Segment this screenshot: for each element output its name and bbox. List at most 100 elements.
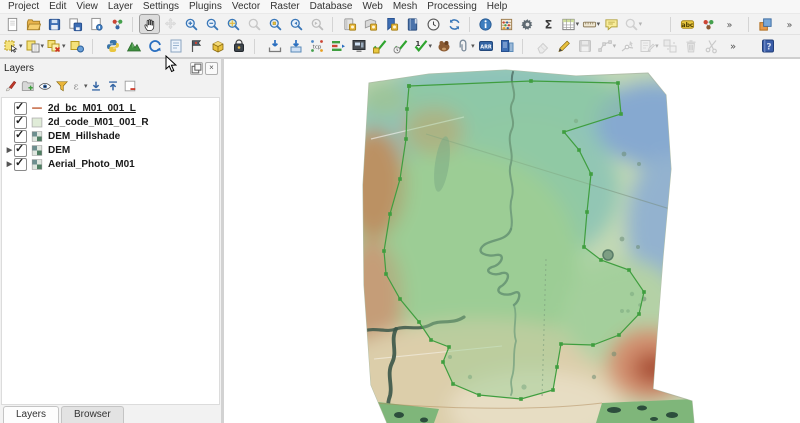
- add-feature-button[interactable]: ▾: [596, 35, 618, 57]
- toggle-editing-button[interactable]: [554, 35, 575, 57]
- notes-plugin-button[interactable]: [166, 35, 187, 57]
- temporal-controller-button[interactable]: [423, 14, 444, 34]
- multi-edit-button[interactable]: [660, 35, 681, 57]
- map-canvas[interactable]: [224, 59, 800, 423]
- dropdown-arrow-icon[interactable]: ▾: [62, 43, 66, 50]
- attachments-button[interactable]: ▾: [454, 35, 476, 57]
- menu-view[interactable]: View: [71, 0, 103, 13]
- menu-mesh[interactable]: Mesh: [388, 0, 422, 13]
- menu-help[interactable]: Help: [482, 0, 513, 13]
- toolbar-overflow-3-button[interactable]: »: [723, 35, 744, 57]
- remove-layer-button[interactable]: [122, 78, 139, 95]
- layer-row-2d_code_m01_001_r[interactable]: ✓2d_code_M01_001_R: [2, 115, 219, 129]
- profile-tool-button[interactable]: [328, 35, 349, 57]
- menu-layer[interactable]: Layer: [103, 0, 138, 13]
- show-bookmarks-button[interactable]: [402, 14, 423, 34]
- filter-by-expression-button[interactable]: ε▾: [70, 78, 88, 95]
- processing-toolbox-button[interactable]: [517, 14, 538, 34]
- float-panel-button[interactable]: [190, 62, 203, 75]
- deselect-features-button[interactable]: ▾: [45, 35, 67, 57]
- dropdown-arrow-icon[interactable]: ▾: [597, 21, 601, 28]
- dropdown-arrow-icon[interactable]: ▾: [19, 43, 23, 50]
- filter-legend-button[interactable]: [53, 78, 70, 95]
- menu-plugins[interactable]: Plugins: [184, 0, 227, 13]
- close-panel-button[interactable]: ×: [205, 62, 218, 75]
- osm-tools-button[interactable]: [229, 35, 250, 57]
- python-console-button[interactable]: [103, 35, 124, 57]
- layout-panel-plugin-button[interactable]: [497, 35, 518, 57]
- zoom-in-button[interactable]: [181, 14, 202, 34]
- zoom-to-layer-button[interactable]: [265, 14, 286, 34]
- expand-arrow-icon[interactable]: ▶: [5, 160, 14, 168]
- menu-project[interactable]: Project: [3, 0, 44, 13]
- db-manager-button[interactable]: [208, 35, 229, 57]
- menu-raster[interactable]: Raster: [265, 0, 304, 13]
- undo-edits-button[interactable]: [533, 35, 554, 57]
- dropdown-arrow-icon[interactable]: ▾: [471, 43, 475, 50]
- expand-all-button[interactable]: [88, 78, 105, 95]
- dropdown-arrow-icon[interactable]: ▾: [639, 21, 643, 28]
- new-spatial-bookmark-button[interactable]: [339, 14, 360, 34]
- save-edits-button[interactable]: [575, 35, 596, 57]
- field-calculator-button[interactable]: [496, 14, 517, 34]
- help-button[interactable]: ?: [758, 35, 779, 57]
- reload-plugin-button[interactable]: [145, 35, 166, 57]
- dropdown-arrow-icon[interactable]: ▾: [41, 43, 45, 50]
- select-by-value-button[interactable]: ▾: [24, 35, 46, 57]
- grass-tools-button[interactable]: [124, 35, 145, 57]
- style-manager-button[interactable]: [107, 14, 128, 34]
- dropdown-arrow-icon[interactable]: ▾: [613, 43, 617, 50]
- beaver-plugin-button[interactable]: [433, 35, 454, 57]
- cut-features-button[interactable]: [702, 35, 723, 57]
- layer-row-2d_bc_m01_001_l[interactable]: ✓2d_bc_M01_001_L: [2, 101, 219, 115]
- dropdown-arrow-icon[interactable]: ▾: [576, 21, 580, 28]
- manage-map-themes-button[interactable]: [36, 78, 53, 95]
- show-spatial-bookmarks-button[interactable]: [360, 14, 381, 34]
- check-topology-button[interactable]: [391, 35, 412, 57]
- identify-features-button[interactable]: [475, 14, 496, 34]
- open-attribute-table-button[interactable]: ▾: [559, 14, 580, 34]
- zoom-to-selection-button[interactable]: [244, 14, 265, 34]
- project-new-button[interactable]: [2, 14, 23, 34]
- refresh-map-button[interactable]: [444, 14, 465, 34]
- layer-visibility-checkbox[interactable]: ✓: [14, 158, 27, 171]
- tab-layers[interactable]: Layers: [3, 406, 59, 423]
- layer-row-dem_hillshade[interactable]: ✓DEM_Hillshade: [2, 129, 219, 143]
- menu-settings[interactable]: Settings: [138, 0, 184, 13]
- layout-manager-button[interactable]: [86, 14, 107, 34]
- menu-vector[interactable]: Vector: [227, 0, 265, 13]
- layer-row-aerial_photo_m01[interactable]: ▶✓Aerial_Photo_M01: [2, 157, 219, 171]
- project-save-as-button[interactable]: [65, 14, 86, 34]
- measure-button[interactable]: ▾: [580, 14, 601, 34]
- collapse-all-button[interactable]: [105, 78, 122, 95]
- dropdown-arrow-icon[interactable]: ▾: [429, 43, 433, 50]
- zoom-full-extent-button[interactable]: [223, 14, 244, 34]
- zoom-out-button[interactable]: [202, 14, 223, 34]
- check-geometry-button[interactable]: [370, 35, 391, 57]
- locator-search-button[interactable]: ▾: [622, 14, 643, 34]
- project-save-button[interactable]: [44, 14, 65, 34]
- menu-database[interactable]: Database: [305, 0, 358, 13]
- text-annotation-button[interactable]: abc: [677, 14, 698, 34]
- zoom-last-button[interactable]: [286, 14, 307, 34]
- open-layer-styling-button[interactable]: [2, 78, 19, 95]
- toolbar-overflow-1-button[interactable]: »: [719, 14, 740, 34]
- plugin-colors-button[interactable]: [698, 14, 719, 34]
- tab-browser[interactable]: Browser: [61, 406, 124, 423]
- project-open-button[interactable]: [23, 14, 44, 34]
- screen-capture-button[interactable]: [349, 35, 370, 57]
- dropdown-arrow-icon[interactable]: ▾: [84, 83, 88, 90]
- arr-plugin-button[interactable]: ARR: [476, 35, 497, 57]
- statistical-summary-button[interactable]: Σ: [538, 14, 559, 34]
- layer-row-dem[interactable]: ▶✓DEM: [2, 143, 219, 157]
- modify-attributes-button[interactable]: ▾: [638, 35, 660, 57]
- delete-selected-button[interactable]: [681, 35, 702, 57]
- select-features-button[interactable]: ▾: [2, 35, 24, 57]
- georeferencer-button[interactable]: [187, 35, 208, 57]
- menu-web[interactable]: Web: [357, 0, 387, 13]
- expand-arrow-icon[interactable]: ▶: [5, 146, 14, 154]
- add-group-button[interactable]: [19, 78, 36, 95]
- toolbar-overflow-2-button[interactable]: »: [779, 14, 800, 34]
- map-tips-button[interactable]: [601, 14, 622, 34]
- import-raster-button[interactable]: [286, 35, 307, 57]
